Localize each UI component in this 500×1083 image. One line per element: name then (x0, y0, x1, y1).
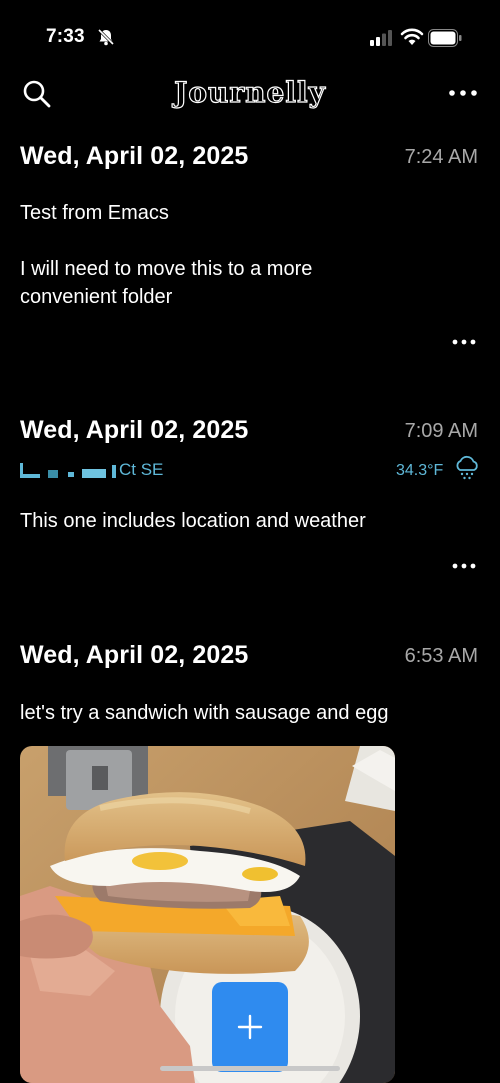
location-redacted (20, 462, 116, 480)
entry-date: Wed, April 02, 2025 (20, 641, 249, 669)
battery-icon (428, 29, 462, 47)
entry-text: Test from Emacs (20, 202, 169, 224)
bell-muted-icon (97, 28, 115, 46)
entry-more-icon[interactable] (452, 562, 476, 570)
entry-date: Wed, April 02, 2025 (20, 416, 249, 444)
entry-text: This one includes location and weather (20, 510, 366, 532)
plus-icon (237, 1014, 263, 1040)
add-entry-button[interactable] (212, 982, 288, 1072)
cellular-signal-icon (370, 30, 392, 46)
entry-time: 7:09 AM (404, 420, 478, 442)
entry-location[interactable]: Ct SE (119, 460, 163, 480)
entry-text: let's try a sandwich with sausage and eg… (20, 702, 389, 724)
entry-text: I will need to move this to a more conve… (20, 258, 313, 308)
snow-cloud-icon (456, 455, 478, 480)
status-time: 7:33 (46, 26, 85, 47)
entry-photo[interactable] (20, 746, 395, 1083)
entry-more-icon[interactable] (452, 338, 476, 346)
home-indicator[interactable] (160, 1066, 340, 1071)
app-title: Journelly (174, 75, 326, 109)
wifi-icon (400, 28, 424, 45)
entry-date: Wed, April 02, 2025 (20, 142, 249, 170)
entry-time: 7:24 AM (404, 146, 478, 168)
more-options-icon[interactable] (448, 88, 478, 98)
entry-weather-temp: 34.3°F (396, 462, 444, 479)
entry-time: 6:53 AM (404, 645, 478, 667)
